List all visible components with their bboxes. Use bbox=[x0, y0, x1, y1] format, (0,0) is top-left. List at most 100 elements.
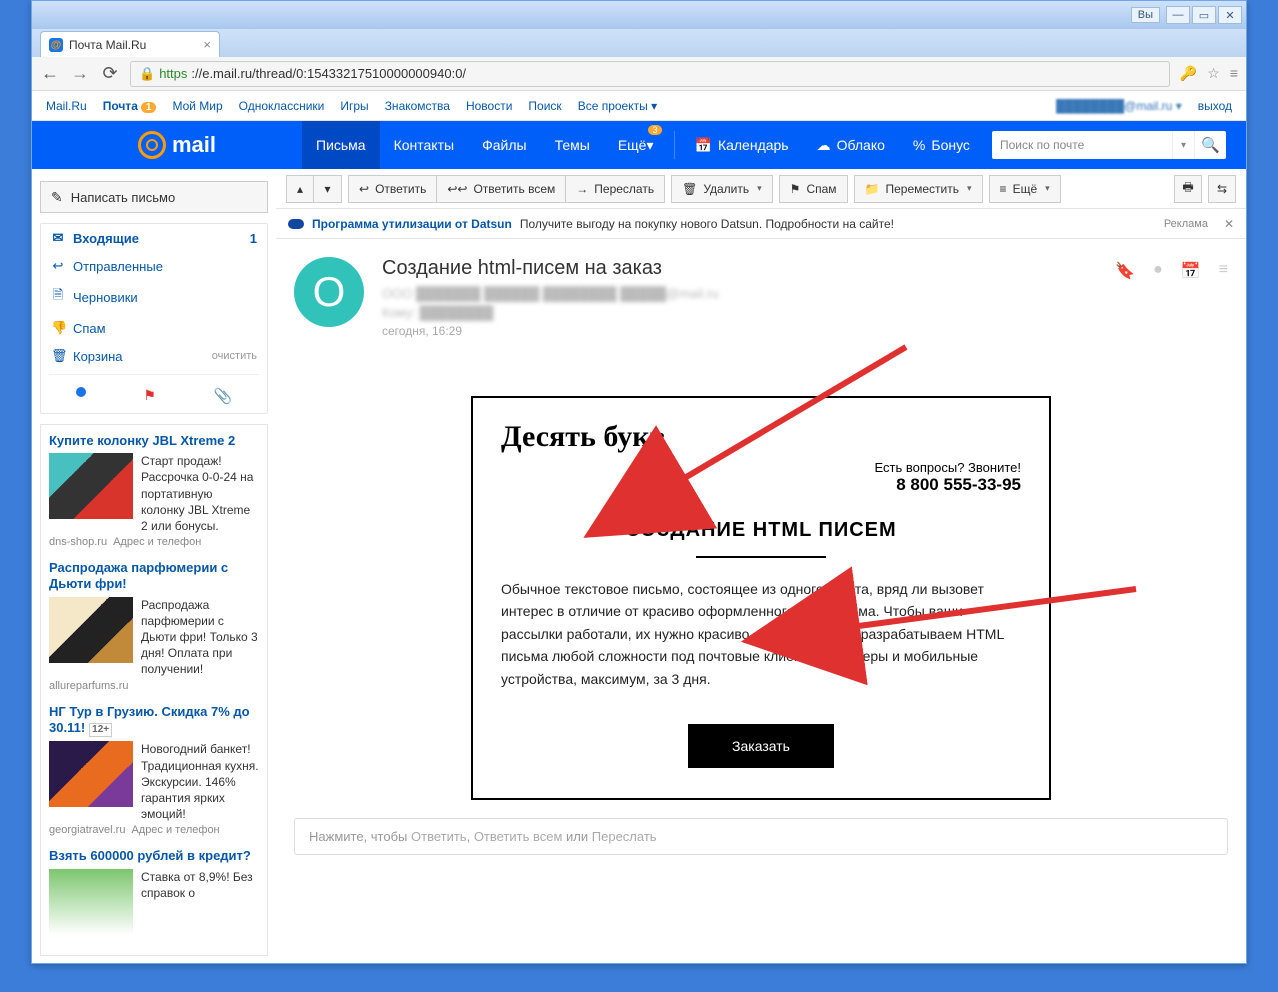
ad-block[interactable]: НГ Тур в Грузию. Скидка 7% до 30.11!12+ … bbox=[49, 704, 259, 837]
qr-forward[interactable]: Переслать bbox=[592, 829, 657, 844]
nav-more[interactable]: Ещё ▾3 bbox=[604, 121, 668, 169]
folder-spam[interactable]: 👎 Спам bbox=[41, 314, 267, 342]
search-button[interactable]: 🔍 bbox=[1194, 131, 1226, 159]
topbar-link-allprojects[interactable]: Все проекты ▾ bbox=[578, 99, 657, 113]
ad-title[interactable]: Купите колонку JBL Xtreme 2 bbox=[49, 433, 259, 449]
url-https: https bbox=[159, 66, 187, 81]
search-dropdown[interactable]: ▾ bbox=[1172, 131, 1194, 159]
spam-button[interactable]: ⚑Спам bbox=[779, 175, 848, 203]
topbar-link-moimir[interactable]: Мой Мир bbox=[172, 99, 222, 113]
bookmark-icon[interactable]: 🔖 bbox=[1115, 261, 1135, 281]
adstrip-close-icon[interactable]: ✕ bbox=[1224, 217, 1234, 231]
mail-logo[interactable]: mail bbox=[32, 121, 302, 169]
adstrip-link[interactable]: Программа утилизации от Datsun bbox=[312, 217, 512, 231]
prev-button[interactable]: ▴ bbox=[286, 175, 314, 203]
menu-icon[interactable]: ≡ bbox=[1230, 65, 1238, 82]
browser-tabstrip: @ Почта Mail.Ru × bbox=[32, 29, 1246, 57]
topbar-link-news[interactable]: Новости bbox=[466, 99, 512, 113]
next-button[interactable]: ▾ bbox=[314, 175, 342, 203]
omnibox[interactable]: 🔒 https://e.mail.ru/thread/0:15433217510… bbox=[130, 61, 1170, 87]
vy-label: Вы bbox=[1131, 7, 1160, 23]
robot-icon[interactable]: 🔑 bbox=[1180, 65, 1197, 82]
nav-themes[interactable]: Темы bbox=[541, 121, 604, 169]
ad-block[interactable]: Распродажа парфюмерии с Дьюти фри! Распр… bbox=[49, 560, 259, 691]
translate-button[interactable]: ⇆ bbox=[1208, 175, 1236, 203]
ad-store: georgiatravel.ruАдрес и телефон bbox=[49, 824, 259, 836]
menu-icon: ≡ bbox=[1000, 182, 1007, 196]
qr-reply-all[interactable]: Ответить всем bbox=[474, 829, 563, 844]
trash-icon: 🗑 bbox=[51, 348, 65, 364]
adstrip-text: Получите выгоду на покупку нового Datsun… bbox=[520, 217, 894, 231]
dot-icon[interactable]: ● bbox=[1153, 261, 1163, 279]
topbar-link-mail[interactable]: Почта1 bbox=[103, 99, 157, 113]
topbar-link-ok[interactable]: Одноклассники bbox=[239, 99, 325, 113]
flag-icon: ⚑ bbox=[790, 182, 801, 196]
message-viewport: О Создание html-писем на заказ ООО █████… bbox=[276, 239, 1246, 963]
folder-inbox[interactable]: ✉ Входящие 1 bbox=[41, 224, 267, 252]
main-pane: ▴ ▾ ↩Ответить ↩↩Ответить всем →Переслать… bbox=[276, 169, 1246, 963]
ad-block[interactable]: Купите колонку JBL Xtreme 2 Старт продаж… bbox=[49, 433, 259, 548]
folder-drafts[interactable]: 🗎 Черновики bbox=[41, 280, 267, 314]
quick-reply[interactable]: Нажмите, чтобы Ответить, Ответить всем и… bbox=[294, 818, 1228, 855]
delete-button[interactable]: 🗑Удалить▾ bbox=[671, 175, 773, 203]
folder-sent[interactable]: ↩ Отправленные bbox=[41, 252, 267, 280]
topbar-link-mailru[interactable]: Mail.Ru bbox=[46, 99, 87, 113]
qr-reply[interactable]: Ответить bbox=[411, 829, 467, 844]
topbar-link-games[interactable]: Игры bbox=[340, 99, 368, 113]
nav-files[interactable]: Файлы bbox=[468, 121, 540, 169]
bonus-icon: % bbox=[913, 137, 925, 153]
calendar-icon: 📅 bbox=[695, 137, 712, 154]
mail-header: mail Письма Контакты Файлы Темы Ещё ▾3 📅… bbox=[32, 121, 1246, 169]
folder-label: Входящие bbox=[73, 231, 139, 246]
folder-label: Черновики bbox=[73, 290, 138, 305]
ad-text: Распродажа парфюмерии с Дьюти фри! Тольк… bbox=[141, 597, 259, 678]
window-maximize[interactable]: ▭ bbox=[1192, 6, 1216, 24]
reply-button[interactable]: ↩Ответить bbox=[348, 175, 437, 203]
print-button[interactable]: 🖶 bbox=[1174, 175, 1202, 203]
ad-title[interactable]: Распродажа парфюмерии с Дьюти фри! bbox=[49, 560, 259, 593]
attach-filter-icon[interactable]: 📎 bbox=[214, 387, 233, 405]
reply-icon: ↩ bbox=[359, 182, 369, 196]
order-button[interactable]: Заказать bbox=[688, 724, 834, 768]
more-button[interactable]: ≡Ещё▾ bbox=[989, 175, 1061, 203]
browser-tab[interactable]: @ Почта Mail.Ru × bbox=[40, 31, 220, 57]
topbar-link-dating[interactable]: Знакомства bbox=[385, 99, 450, 113]
email-divider bbox=[696, 556, 826, 558]
nav-back-icon[interactable]: ← bbox=[40, 63, 60, 84]
reply-all-icon: ↩↩ bbox=[447, 182, 467, 196]
logout-link[interactable]: выход bbox=[1198, 99, 1232, 113]
star-icon[interactable]: ☆ bbox=[1207, 65, 1220, 82]
ad-block[interactable]: Взять 600000 рублей в кредит? Ставка от … bbox=[49, 848, 259, 934]
nav-contacts[interactable]: Контакты bbox=[380, 121, 468, 169]
window-minimize[interactable]: — bbox=[1166, 6, 1190, 24]
window-close[interactable]: ✕ bbox=[1218, 6, 1242, 24]
at-icon bbox=[138, 131, 166, 159]
nav-cloud[interactable]: ☁Облако bbox=[803, 121, 899, 169]
reply-all-button[interactable]: ↩↩Ответить всем bbox=[437, 175, 566, 203]
trash-clear[interactable]: очистить bbox=[212, 350, 257, 362]
calendar-icon[interactable]: 📅 bbox=[1181, 261, 1201, 281]
move-button[interactable]: 📁Переместить▾ bbox=[854, 175, 983, 203]
ad-title[interactable]: Взять 600000 рублей в кредит? bbox=[49, 848, 259, 864]
nav-bonus[interactable]: %Бонус bbox=[899, 121, 984, 169]
forward-button[interactable]: →Переслать bbox=[566, 175, 665, 203]
pencil-icon: ✎ bbox=[51, 189, 63, 206]
unread-filter-icon[interactable] bbox=[76, 387, 86, 397]
compose-button[interactable]: ✎ Написать письмо bbox=[40, 181, 268, 213]
tab-close-icon[interactable]: × bbox=[203, 37, 211, 52]
nav-letters[interactable]: Письма bbox=[302, 121, 380, 169]
ad-title[interactable]: НГ Тур в Грузию. Скидка 7% до 30.11!12+ bbox=[49, 704, 259, 738]
list-icon[interactable]: ≡ bbox=[1219, 261, 1228, 279]
avatar: О bbox=[294, 257, 364, 327]
browser-urlbar: ← → ⟳ 🔒 https://e.mail.ru/thread/0:15433… bbox=[32, 57, 1246, 91]
nav-forward-icon[interactable]: → bbox=[70, 63, 90, 84]
nav-calendar[interactable]: 📅Календарь bbox=[681, 121, 803, 169]
user-email[interactable]: ████████@mail.ru ▾ bbox=[1056, 99, 1182, 113]
ad-thumb bbox=[49, 741, 133, 807]
folder-trash[interactable]: 🗑 Корзина очистить bbox=[41, 342, 267, 370]
lock-icon: 🔒 bbox=[139, 66, 155, 82]
topbar-link-search[interactable]: Поиск bbox=[528, 99, 561, 113]
nav-reload-icon[interactable]: ⟳ bbox=[100, 63, 120, 84]
search-input[interactable]: Поиск по почте bbox=[992, 131, 1172, 159]
flag-filter-icon[interactable]: ⚑ bbox=[143, 387, 156, 405]
